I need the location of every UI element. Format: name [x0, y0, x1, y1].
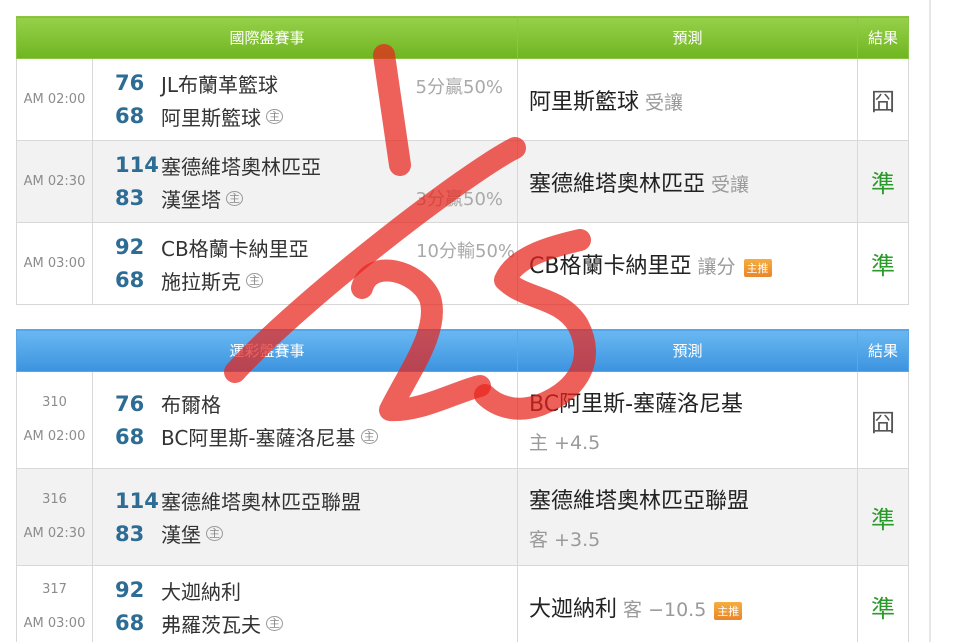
prediction-line: 客 +3.5 [529, 528, 601, 551]
home-score: 83 [115, 521, 145, 546]
away-score: 114 [115, 153, 159, 177]
result-cell: 準 [857, 222, 910, 305]
predicted-team: CB格蘭卡納里亞 [529, 253, 692, 279]
prediction-cell: 阿里斯籃球 受讓 [517, 58, 859, 141]
home-score: 68 [115, 268, 145, 292]
international-matches-table: 國際盤賽事 預測 結果 AM 02:00 76 JL布蘭革籃球 68 阿里斯籃球主 … [15, 16, 910, 305]
home-team: 阿里斯籃球 [161, 105, 261, 130]
match-time-cell: 317 AM 03:00 [16, 565, 93, 642]
result-column-header: 結果 [857, 329, 910, 372]
home-marker: 主 [206, 526, 223, 541]
match-time-cell: 316 AM 02:30 [16, 468, 93, 566]
home-team: 漢堡塔 [161, 187, 221, 212]
away-score: 114 [115, 488, 159, 513]
prediction-cell: 塞德維塔奧林匹亞聯盟客 +3.5 [517, 468, 859, 566]
matches-column-header: 國際盤賽事 [15, 16, 519, 59]
home-marker: 主 [266, 108, 283, 124]
match-code: 316 [42, 492, 67, 507]
table-row[interactable]: 316 AM 02:30 114 塞德維塔奧林匹亞聯盟 83 漢堡主 塞德維塔奧林匹亞… [16, 468, 910, 566]
result-cell: 囧 [857, 371, 910, 469]
home-score: 68 [115, 104, 145, 128]
away-team: CB格蘭卡納里亞 [161, 236, 309, 261]
match-time: AM 02:00 [16, 58, 93, 141]
predicted-team: 阿里斯籃球 [529, 89, 640, 115]
table-row[interactable]: AM 02:00 76 JL布蘭革籃球 68 阿里斯籃球主 5分贏50% 阿里斯籃球… [16, 58, 910, 141]
away-team: 塞德維塔奧林匹亞聯盟 [161, 490, 361, 514]
prediction-note: 受讓 [645, 91, 684, 114]
home-marker: 主 [246, 272, 263, 288]
lottery-header-row: 運彩盤賽事 預測 結果 [15, 329, 910, 372]
recommended-tag: 主推 [743, 259, 772, 277]
match-time: AM 03:00 [16, 222, 93, 305]
prediction-cell: 塞德維塔奧林匹亞 受讓 [517, 140, 859, 223]
lottery-matches-table: 運彩盤賽事 預測 結果 310 AM 02:00 76 布爾格 68 BC阿里斯-塞薩… [15, 329, 910, 642]
match-time: AM 02:00 [23, 429, 86, 444]
international-header-row: 國際盤賽事 預測 結果 [15, 16, 910, 59]
teams-cell: 114 塞德維塔奧林匹亞 83 漢堡塔主 3分贏50% [91, 140, 519, 223]
handicap-result: 3分贏50% [415, 189, 504, 210]
away-score: 76 [115, 391, 145, 416]
match-code: 310 [42, 395, 67, 410]
away-team: JL布蘭革籃球 [161, 72, 279, 97]
page-scrollbar[interactable] [929, 0, 931, 642]
home-marker: 主 [360, 429, 378, 444]
teams-cell: 114 塞德維塔奧林匹亞聯盟 83 漢堡主 [91, 468, 519, 566]
home-team: 漢堡 [161, 523, 201, 547]
predicted-team: 塞德維塔奧林匹亞聯盟 [529, 488, 750, 514]
home-marker: 主 [266, 615, 283, 631]
away-score: 92 [115, 578, 145, 602]
home-score: 83 [115, 186, 145, 210]
home-score: 68 [115, 611, 145, 635]
handicap-result: 10分輸50% [416, 241, 516, 262]
result-cell: 囧 [857, 58, 910, 141]
away-team: 塞德維塔奧林匹亞 [161, 154, 321, 179]
away-team: 大迦納利 [161, 579, 241, 604]
table-row[interactable]: AM 03:00 92 CB格蘭卡納里亞 68 施拉斯克主 10分輸50% CB格蘭… [16, 222, 910, 305]
prediction-column-header: 預測 [517, 329, 859, 372]
result-cell: 準 [857, 140, 910, 223]
teams-cell: 76 布爾格 68 BC阿里斯-塞薩洛尼基主 [91, 371, 519, 469]
recommended-tag: 主推 [714, 602, 743, 620]
predicted-team: 大迦納利 [529, 596, 618, 622]
teams-cell: 76 JL布蘭革籃球 68 阿里斯籃球主 5分贏50% [91, 58, 519, 141]
handicap-result: 5分贏50% [415, 77, 504, 98]
teams-cell: 92 大迦納利 68 弗羅茨瓦夫主 [91, 565, 519, 642]
home-team: 弗羅茨瓦夫 [161, 612, 261, 637]
away-score: 76 [115, 71, 145, 95]
result-column-header: 結果 [857, 16, 910, 59]
prediction-line: 客 −10.5 [623, 598, 707, 621]
away-team: 布爾格 [161, 393, 221, 417]
prediction-line: 主 +4.5 [529, 431, 601, 454]
home-team: BC阿里斯-塞薩洛尼基 [161, 426, 356, 450]
home-team: 施拉斯克 [161, 269, 241, 294]
teams-cell: 92 CB格蘭卡納里亞 68 施拉斯克主 10分輸50% [91, 222, 519, 305]
table-row[interactable]: 310 AM 02:00 76 布爾格 68 BC阿里斯-塞薩洛尼基主 BC阿里斯-塞… [16, 371, 910, 469]
predicted-team: BC阿里斯-塞薩洛尼基 [529, 391, 744, 417]
table-row[interactable]: 317 AM 03:00 92 大迦納利 68 弗羅茨瓦夫主 大迦納利客 −10.5 主… [16, 565, 910, 642]
match-time: AM 03:00 [23, 615, 86, 631]
match-time: AM 02:30 [23, 526, 86, 541]
prediction-cell: CB格蘭卡納里亞 讓分 主推 [517, 222, 859, 305]
match-time-cell: 310 AM 02:00 [16, 371, 93, 469]
matches-column-header: 運彩盤賽事 [15, 329, 519, 372]
result-cell: 準 [857, 565, 910, 642]
match-time: AM 02:30 [16, 140, 93, 223]
result-cell: 準 [857, 468, 910, 566]
table-row[interactable]: AM 02:30 114 塞德維塔奧林匹亞 83 漢堡塔主 3分贏50% 塞德維塔奧… [16, 140, 910, 223]
home-score: 68 [115, 424, 145, 449]
home-marker: 主 [226, 190, 243, 206]
match-code: 317 [42, 581, 67, 597]
predicted-team: 塞德維塔奧林匹亞 [529, 171, 706, 197]
prediction-note: 受讓 [711, 173, 750, 196]
prediction-cell: 大迦納利客 −10.5 主推 [517, 565, 859, 642]
prediction-column-header: 預測 [517, 16, 859, 59]
prediction-cell: BC阿里斯-塞薩洛尼基主 +4.5 [517, 371, 859, 469]
away-score: 92 [115, 235, 145, 259]
prediction-note: 讓分 [697, 255, 736, 278]
